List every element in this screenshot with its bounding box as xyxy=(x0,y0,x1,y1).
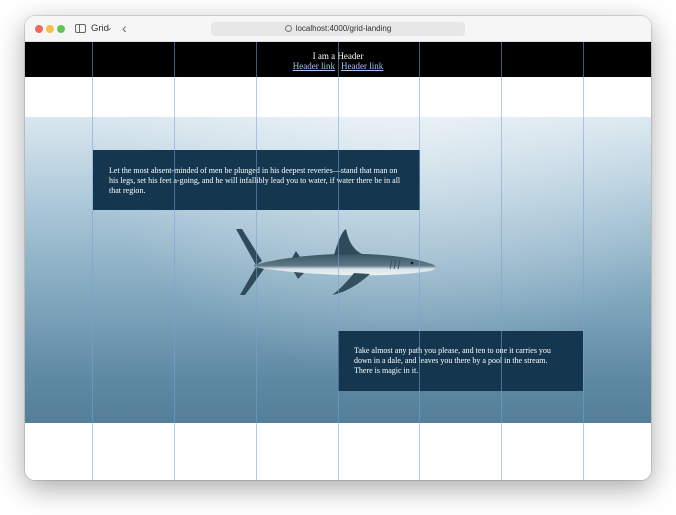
header-title: I am a Header xyxy=(312,51,364,61)
zoom-window-icon[interactable] xyxy=(57,25,65,33)
site-header: I am a Header Header link Header link xyxy=(25,42,651,77)
header-links: Header link Header link xyxy=(25,61,651,71)
browser-titlebar: Grid ⌄ ‹ localhost:4000/grid-landing xyxy=(25,16,651,42)
hero-text-box-1: Let the most absent-minded of men be plu… xyxy=(93,150,420,210)
url-text: localhost:4000/grid-landing xyxy=(295,24,392,33)
minimize-window-icon[interactable] xyxy=(46,25,54,33)
hero-section: Let the most absent-minded of men be plu… xyxy=(25,117,651,423)
hero-paragraph-1: Let the most absent-minded of men be plu… xyxy=(109,166,401,195)
header-link-1[interactable]: Header link xyxy=(293,61,335,71)
hero-paragraph-2: Take almost any path you please, and ten… xyxy=(354,346,551,375)
close-window-icon[interactable] xyxy=(35,25,43,33)
globe-icon xyxy=(284,25,292,32)
sidebar-toggle-icon[interactable] xyxy=(75,24,86,33)
address-bar[interactable]: localhost:4000/grid-landing xyxy=(211,22,465,36)
page-content: I am a Header Header link Header link Le… xyxy=(25,42,651,480)
shark-image xyxy=(236,229,436,295)
hero-text-box-2: Take almost any path you please, and ten… xyxy=(338,331,583,391)
chevron-down-icon[interactable]: ⌄ xyxy=(106,23,113,32)
header-link-2[interactable]: Header link xyxy=(341,61,383,71)
browser-window: Grid ⌄ ‹ localhost:4000/grid-landing I a… xyxy=(25,16,651,480)
back-arrow-icon[interactable]: ‹ xyxy=(122,20,127,36)
